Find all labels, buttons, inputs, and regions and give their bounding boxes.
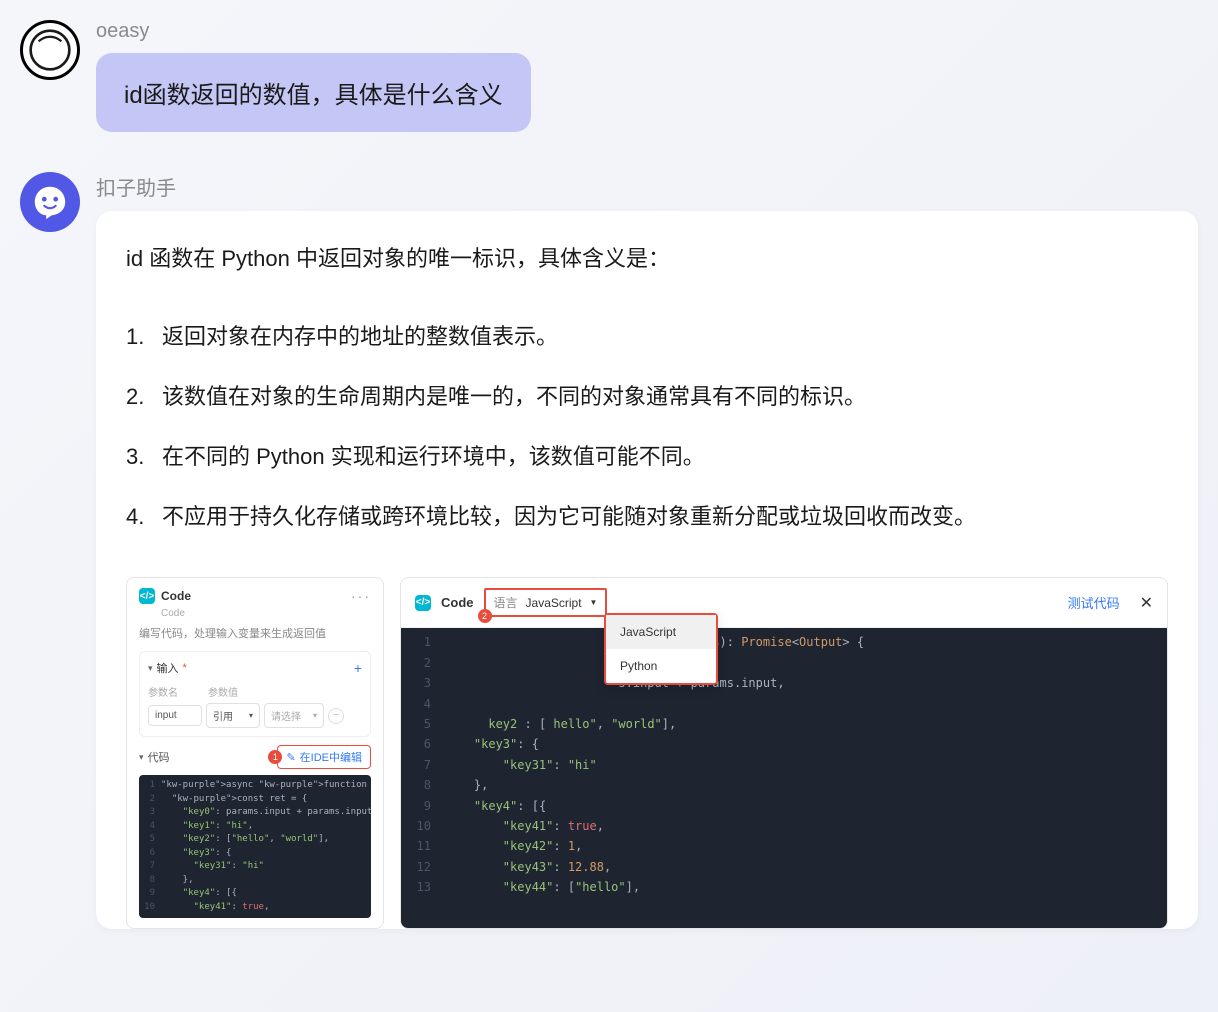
user-bubble: id函数返回的数值，具体是什么含义 <box>96 53 531 132</box>
bot-name: 扣子助手 <box>96 172 1198 201</box>
user-message: oeasy id函数返回的数值，具体是什么含义 <box>20 20 1198 132</box>
test-code-button[interactable]: 测试代码 <box>1068 593 1120 612</box>
list-item: 4.不应用于持久化存储或跨环境比较，因为它可能随对象重新分配或垃圾回收而改变。 <box>126 496 1168 538</box>
code-node-panel: </> Code ··· Code 编写代码，处理输入变量来生成返回值 ▾ <box>126 577 384 929</box>
ref-select[interactable]: 引用▾ <box>206 703 260 728</box>
value-select[interactable]: 请选择▾ <box>264 703 324 728</box>
bot-list: 1.返回对象在内存中的地址的整数值表示。 2.该数值在对象的生命周期内是唯一的，… <box>126 316 1168 537</box>
chevron-down-icon[interactable]: ▾ <box>139 752 144 763</box>
user-avatar <box>20 20 80 80</box>
list-item: 3.在不同的 Python 实现和运行环境中，该数值可能不同。 <box>126 436 1168 478</box>
panel-description: 编写代码，处理输入变量来生成返回值 <box>139 625 371 641</box>
add-input-button[interactable]: + <box>354 660 362 676</box>
close-button[interactable]: ✕ <box>1140 593 1153 613</box>
caret-down-icon: ▼ <box>590 598 598 607</box>
remove-input-button[interactable]: − <box>328 708 344 724</box>
bot-avatar <box>20 172 80 232</box>
step-badge-2: 2 <box>478 609 492 623</box>
code-icon: </> <box>139 588 155 604</box>
param-name-input[interactable]: input <box>148 705 202 726</box>
language-selector[interactable]: 2 语言 JavaScript ▼ <box>484 588 608 617</box>
edit-icon: ✎ <box>286 751 295 764</box>
dropdown-item-python[interactable]: Python <box>606 649 716 683</box>
code-editor[interactable]: 1 params }: Args): Promise<Output> {23 s… <box>401 628 1167 928</box>
user-name: oeasy <box>96 20 1198 43</box>
code-section: ▾ 代码 1 ✎ 在IDE中编辑 1"kw-purple">async "kw-… <box>139 745 371 918</box>
language-dropdown: JavaScript Python <box>604 613 718 685</box>
list-item: 2.该数值在对象的生命周期内是唯一的，不同的对象通常具有不同的标识。 <box>126 376 1168 418</box>
step-badge-1: 1 <box>268 750 282 764</box>
code-icon: </> <box>415 595 431 611</box>
list-item: 1.返回对象在内存中的地址的整数值表示。 <box>126 316 1168 358</box>
code-editor-panel: </> Code 2 语言 JavaScript ▼ 测试代码 <box>400 577 1168 929</box>
more-icon[interactable]: ··· <box>351 588 371 604</box>
bot-bubble: id 函数在 Python 中返回对象的唯一标识，具体含义是： 1.返回对象在内… <box>96 211 1198 929</box>
dropdown-item-javascript[interactable]: JavaScript <box>606 615 716 649</box>
input-section: ▾ 输入 * + 参数名 参数值 input <box>139 651 371 737</box>
panel-subtitle: Code <box>161 608 371 619</box>
code-preview: 1"kw-purple">async "kw-purple">function … <box>139 775 371 918</box>
editor-title: Code <box>441 595 474 610</box>
bot-message: 扣子助手 id 函数在 Python 中返回对象的唯一标识，具体含义是： 1.返… <box>20 172 1198 929</box>
chevron-down-icon[interactable]: ▾ <box>148 663 153 674</box>
panel-title: </> Code <box>139 588 191 604</box>
bot-intro: id 函数在 Python 中返回对象的唯一标识，具体含义是： <box>126 241 1168 276</box>
edit-in-ide-button[interactable]: 1 ✎ 在IDE中编辑 <box>277 745 371 769</box>
